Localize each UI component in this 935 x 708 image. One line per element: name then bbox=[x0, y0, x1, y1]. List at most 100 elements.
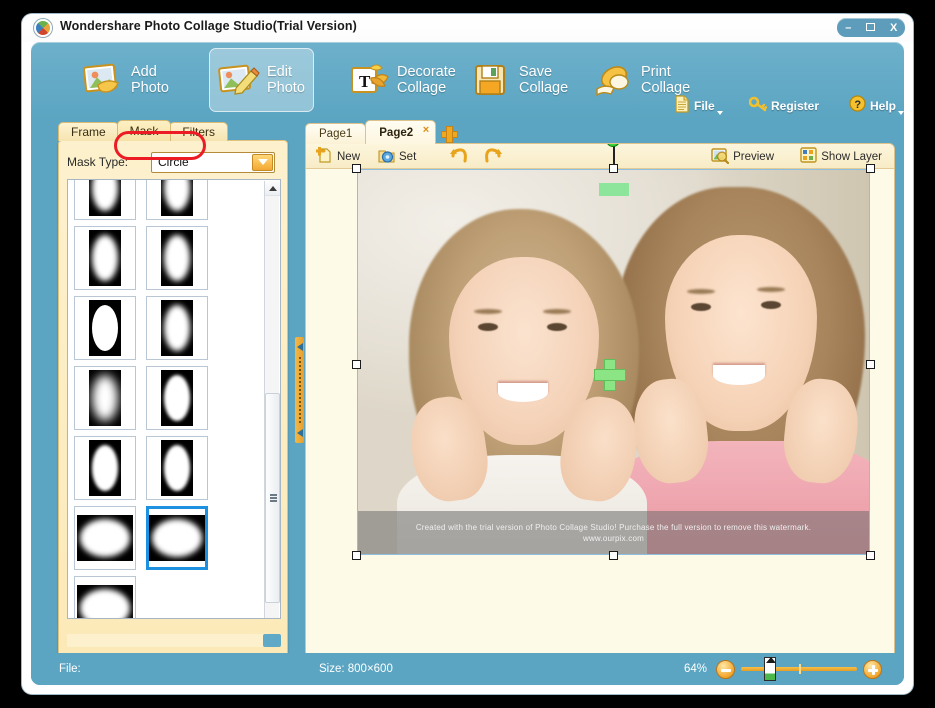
panel-collapse-handle-icon[interactable] bbox=[295, 337, 304, 443]
photo-object[interactable]: Created with the trial version of Photo … bbox=[352, 144, 875, 560]
mask-thumbnail[interactable] bbox=[146, 296, 208, 360]
page-tab-page1[interactable]: Page1 bbox=[305, 123, 367, 144]
wondershare-logo-icon bbox=[34, 19, 52, 37]
redo-button[interactable] bbox=[479, 146, 507, 167]
mask-thumbnail-list[interactable] bbox=[67, 179, 281, 619]
save-collage-label: Save Collage bbox=[519, 64, 569, 96]
window-title: Wondershare Photo Collage Studio(Trial V… bbox=[60, 19, 357, 33]
file-menu-button[interactable]: File bbox=[671, 94, 726, 118]
horizontal-scrollbar-thumb[interactable] bbox=[263, 634, 281, 647]
mask-type-value: Circle bbox=[158, 155, 189, 169]
status-bar: File: Size: 800×600 64% bbox=[31, 653, 904, 685]
add-photo-label: Add Photo bbox=[131, 64, 169, 96]
move-cross-icon[interactable] bbox=[594, 359, 626, 391]
print-collage-icon bbox=[592, 60, 634, 100]
application-window: Wondershare Photo Collage Studio(Trial V… bbox=[22, 14, 913, 694]
print-collage-label: Print Collage bbox=[641, 64, 691, 96]
mask-thumbnail-grid bbox=[74, 180, 260, 618]
status-file-label: File: bbox=[59, 663, 81, 675]
minimize-button[interactable]: – bbox=[839, 20, 858, 36]
zoom-slider-thumb[interactable] bbox=[764, 657, 776, 681]
tab-frame[interactable]: Frame bbox=[58, 122, 119, 141]
resize-handle-n[interactable] bbox=[609, 164, 618, 173]
mask-thumbnail[interactable] bbox=[74, 180, 136, 220]
mask-thumbnail[interactable] bbox=[74, 296, 136, 360]
edit-photo-label: Edit Photo bbox=[267, 64, 305, 96]
show-layer-label: Show Layer bbox=[821, 150, 882, 163]
zoom-slider-tick bbox=[799, 664, 801, 674]
resize-handle-s[interactable] bbox=[609, 551, 618, 560]
undo-arrow-icon bbox=[449, 146, 469, 167]
decorate-collage-icon: T bbox=[348, 60, 390, 100]
left-panel-body: Mask Type: Circle bbox=[58, 140, 288, 658]
window-controls: – X bbox=[837, 18, 905, 37]
chevron-down-icon bbox=[898, 111, 905, 115]
chevron-down-icon[interactable] bbox=[252, 153, 273, 171]
watermark-line-2: www.ourpix.com bbox=[582, 534, 645, 543]
set-label: Set bbox=[399, 150, 417, 163]
mask-type-label: Mask Type: bbox=[67, 155, 129, 169]
page-tab-page2[interactable]: Page2 × bbox=[365, 120, 437, 144]
main-body: Frame Mask Filters Mask Type: Circle Pag… bbox=[31, 120, 904, 685]
resize-handle-w[interactable] bbox=[352, 360, 361, 369]
status-size-label: Size: 800×600 bbox=[319, 663, 393, 675]
mask-thumbnail[interactable] bbox=[74, 576, 136, 618]
save-collage-button[interactable]: Save Collage bbox=[461, 48, 577, 112]
close-button[interactable]: X bbox=[884, 20, 903, 36]
question-mark-icon: ? bbox=[849, 95, 866, 117]
mask-thumbnail[interactable] bbox=[146, 366, 208, 430]
decorate-collage-button[interactable]: T Decorate Collage bbox=[339, 48, 465, 112]
mask-list-horizontal-scroll[interactable] bbox=[67, 634, 281, 647]
new-page-icon bbox=[314, 145, 333, 167]
resize-handle-e[interactable] bbox=[866, 360, 875, 369]
mask-type-row: Mask Type: Circle bbox=[67, 151, 281, 173]
page-tabs: Page1 Page2 × bbox=[305, 120, 459, 144]
mask-thumbnail[interactable] bbox=[74, 366, 136, 430]
mask-position-bar-icon[interactable] bbox=[599, 183, 629, 196]
add-photo-icon bbox=[82, 60, 124, 100]
mask-list-scrollbar[interactable] bbox=[264, 181, 280, 618]
help-label: Help bbox=[870, 99, 897, 113]
chevron-down-icon bbox=[716, 111, 723, 115]
mask-thumbnail[interactable] bbox=[146, 180, 208, 220]
maximize-button[interactable] bbox=[861, 20, 880, 36]
set-button[interactable]: Set bbox=[374, 146, 420, 167]
zoom-slider[interactable] bbox=[741, 657, 857, 681]
scrollbar-thumb[interactable] bbox=[265, 393, 280, 603]
resize-handle-se[interactable] bbox=[866, 551, 875, 560]
zoom-in-icon[interactable] bbox=[863, 659, 882, 679]
scroll-up-arrow-icon[interactable] bbox=[265, 181, 280, 196]
edit-photo-icon bbox=[218, 60, 260, 100]
resize-handle-ne[interactable] bbox=[866, 164, 875, 173]
file-document-icon bbox=[674, 94, 690, 118]
undo-button[interactable] bbox=[445, 146, 473, 167]
close-page-icon[interactable]: × bbox=[423, 124, 429, 136]
tab-filters[interactable]: Filters bbox=[169, 122, 229, 141]
mask-thumbnail-selected[interactable] bbox=[146, 506, 208, 570]
canvas-stage[interactable]: Created with the trial version of Photo … bbox=[306, 144, 894, 657]
canvas-toolbar: New Set Preview Show Layer bbox=[306, 144, 894, 169]
add-photo-button[interactable]: Add Photo bbox=[73, 48, 178, 112]
decorate-collage-label: Decorate Collage bbox=[397, 64, 456, 96]
edit-photo-button[interactable]: Edit Photo bbox=[209, 48, 314, 112]
svg-text:T: T bbox=[359, 72, 371, 91]
watermark-line-1: Created with the trial version of Photo … bbox=[415, 523, 812, 532]
redo-arrow-icon bbox=[483, 146, 503, 167]
tab-mask[interactable]: Mask bbox=[116, 120, 172, 141]
main-ribbon-toolbar: Add Photo Edit Photo T Decorate Collage … bbox=[31, 42, 907, 120]
mask-type-dropdown[interactable]: Circle bbox=[151, 151, 275, 173]
preview-button[interactable]: Preview bbox=[707, 146, 778, 167]
help-button[interactable]: ? Help bbox=[846, 95, 907, 117]
add-page-icon[interactable] bbox=[441, 126, 459, 143]
register-button[interactable]: Register bbox=[746, 95, 822, 117]
zoom-controls: 64% bbox=[684, 657, 882, 681]
mask-thumbnail[interactable] bbox=[74, 436, 136, 500]
mask-thumbnail[interactable] bbox=[146, 226, 208, 290]
mask-thumbnail[interactable] bbox=[74, 226, 136, 290]
resize-handle-sw[interactable] bbox=[352, 551, 361, 560]
mask-thumbnail[interactable] bbox=[74, 506, 136, 570]
resize-handle-nw[interactable] bbox=[352, 164, 361, 173]
page-tab-label: Page2 bbox=[379, 127, 414, 139]
mask-thumbnail[interactable] bbox=[146, 436, 208, 500]
zoom-out-icon[interactable] bbox=[716, 659, 735, 679]
